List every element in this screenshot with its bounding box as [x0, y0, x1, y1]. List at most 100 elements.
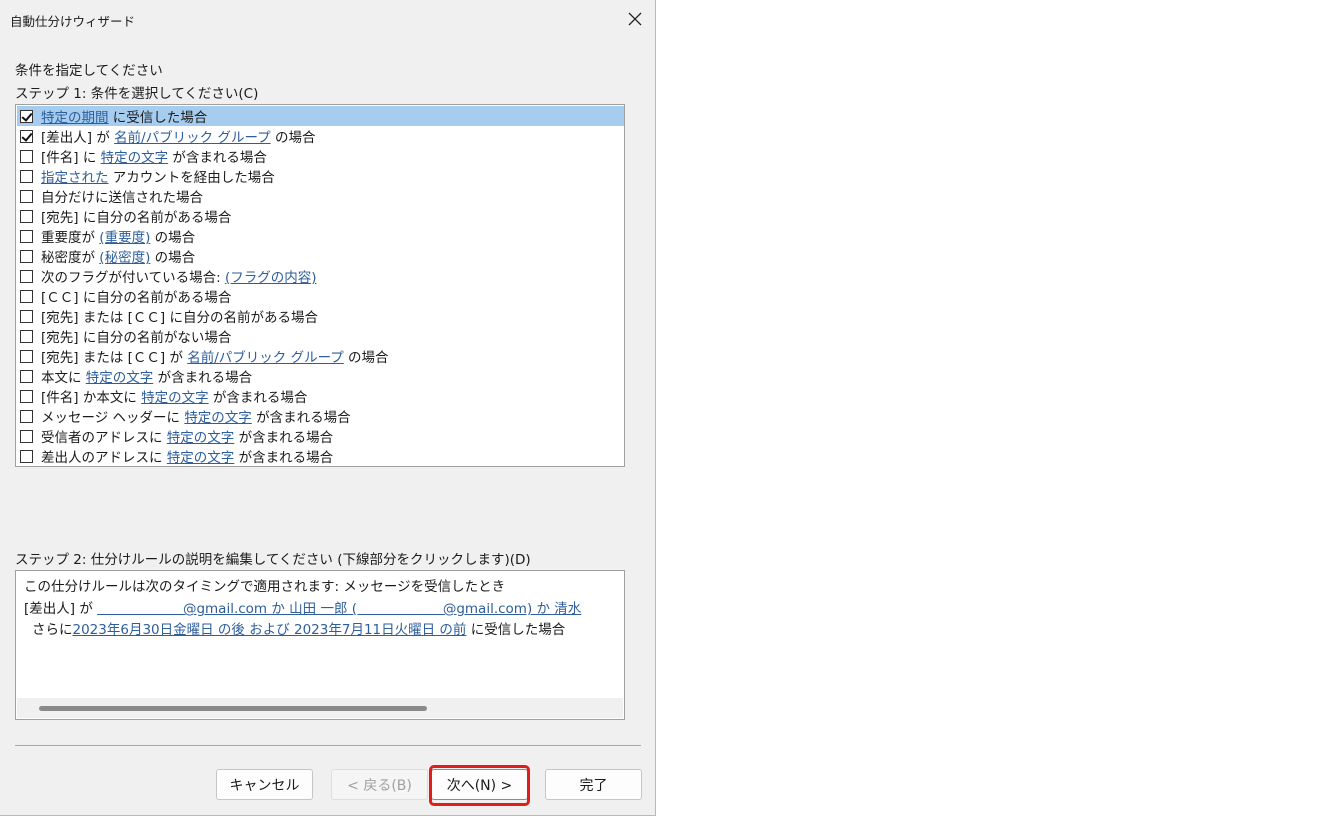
- condition-row[interactable]: [宛先] または [ＣＣ] が 名前/パブリック グループ の場合: [17, 346, 624, 366]
- condition-row[interactable]: [件名] に 特定の文字 が含まれる場合: [17, 146, 624, 166]
- description-date-suffix: に受信した場合: [466, 622, 566, 638]
- condition-checkbox[interactable]: [20, 449, 33, 463]
- condition-checkbox[interactable]: [20, 149, 33, 163]
- condition-text: の場合: [270, 130, 316, 146]
- description-sender-prefix: [差出人] が: [24, 601, 98, 617]
- close-button[interactable]: [616, 4, 654, 34]
- condition-text: [差出人] が: [41, 130, 115, 146]
- condition-row[interactable]: 特定の期間 に受信した場合: [17, 106, 624, 126]
- condition-label: [宛先] または [ＣＣ] に自分の名前がある場合: [41, 306, 318, 326]
- rule-description-box: この仕分けルールは次のタイミングで適用されます: メッセージを受信したとき [差…: [15, 570, 625, 720]
- condition-text: の場合: [150, 250, 196, 266]
- condition-row[interactable]: [件名] か本文に 特定の文字 が含まれる場合: [17, 386, 624, 406]
- condition-label: 自分だけに送信された場合: [41, 186, 203, 206]
- button-separator: [15, 745, 641, 746]
- condition-text: の場合: [343, 350, 389, 366]
- condition-label: 差出人のアドレスに 特定の文字 が含まれる場合: [41, 446, 333, 466]
- condition-checkbox[interactable]: [20, 169, 33, 183]
- condition-link[interactable]: 特定の文字: [184, 410, 252, 426]
- condition-text: に受信した場合: [108, 110, 208, 126]
- horizontal-scrollbar[interactable]: [17, 698, 623, 718]
- condition-row[interactable]: [宛先] に自分の名前がない場合: [17, 326, 624, 346]
- condition-checkbox[interactable]: [20, 409, 33, 423]
- condition-link[interactable]: (フラグの内容): [225, 270, 317, 286]
- condition-text: 秘密度が: [41, 250, 100, 266]
- condition-label: 重要度が (重要度) の場合: [41, 226, 195, 246]
- condition-checkbox[interactable]: [20, 329, 33, 343]
- condition-row[interactable]: 本文に 特定の文字 が含まれる場合: [17, 366, 624, 386]
- condition-checkbox[interactable]: [20, 349, 33, 363]
- condition-label: [件名] に 特定の文字 が含まれる場合: [41, 146, 267, 166]
- date-range-link[interactable]: 2023年6月30日金曜日 の後 および 2023年7月11日火曜日 の前: [73, 622, 467, 638]
- scrollbar-thumb[interactable]: [39, 706, 427, 711]
- condition-text: が含まれる場合: [168, 150, 267, 166]
- condition-link[interactable]: 特定の期間: [41, 110, 109, 126]
- description-line-1: この仕分けルールは次のタイミングで適用されます: メッセージを受信したとき: [24, 579, 506, 595]
- step1-label: ステップ 1: 条件を選択してください(C): [15, 86, 259, 102]
- finish-button[interactable]: 完了: [545, 769, 642, 800]
- condition-link[interactable]: (秘密度): [99, 250, 150, 266]
- condition-row[interactable]: 次のフラグが付いている場合: (フラグの内容): [17, 266, 624, 286]
- condition-link[interactable]: (重要度): [99, 230, 150, 246]
- condition-label: 秘密度が (秘密度) の場合: [41, 246, 195, 266]
- condition-row[interactable]: 受信者のアドレスに 特定の文字 が含まれる場合: [17, 426, 624, 446]
- condition-checkbox[interactable]: [20, 129, 33, 143]
- condition-row[interactable]: [差出人] が 名前/パブリック グループ の場合: [17, 126, 624, 146]
- condition-text: が含まれる場合: [234, 450, 334, 466]
- condition-row[interactable]: [宛先] に自分の名前がある場合: [17, 206, 624, 226]
- condition-row[interactable]: 差出人のアドレスに 特定の文字 が含まれる場合: [17, 446, 624, 466]
- condition-row[interactable]: 秘密度が (秘密度) の場合: [17, 246, 624, 266]
- condition-text: 次のフラグが付いている場合:: [41, 270, 225, 286]
- condition-link[interactable]: 名前/パブリック グループ: [114, 130, 271, 146]
- description-line-3: さらに2023年6月30日金曜日 の後 および 2023年7月11日火曜日 の前…: [32, 618, 565, 638]
- condition-checkbox[interactable]: [20, 369, 33, 383]
- condition-row[interactable]: 指定された アカウントを経由した場合: [17, 166, 624, 186]
- condition-text: 差出人のアドレスに: [41, 450, 167, 466]
- condition-checkbox[interactable]: [20, 229, 33, 243]
- condition-row[interactable]: 自分だけに送信された場合: [17, 186, 624, 206]
- cancel-button[interactable]: キャンセル: [216, 769, 313, 800]
- back-button[interactable]: < 戻る(B): [331, 769, 428, 800]
- condition-text: 本文に: [41, 370, 86, 386]
- condition-label: 次のフラグが付いている場合: (フラグの内容): [41, 266, 316, 286]
- condition-link[interactable]: 指定された: [41, 170, 109, 186]
- condition-link[interactable]: 特定の文字: [101, 150, 169, 166]
- condition-label: [件名] か本文に 特定の文字 が含まれる場合: [41, 386, 307, 406]
- condition-text: [宛先] に自分の名前がない場合: [41, 330, 232, 346]
- condition-checkbox[interactable]: [20, 209, 33, 223]
- condition-text: が含まれる場合: [208, 390, 308, 406]
- rules-wizard-dialog: 自動仕分けウィザード 条件を指定してください ステップ 1: 条件を選択してくだ…: [0, 0, 656, 816]
- sender-link[interactable]: @gmail.com か 山田 一郎 ( @gmail.com) か 清水: [97, 601, 581, 617]
- condition-checkbox[interactable]: [20, 309, 33, 323]
- condition-label: 本文に 特定の文字 が含まれる場合: [41, 366, 252, 386]
- condition-checkbox[interactable]: [20, 189, 33, 203]
- condition-label: [宛先] または [ＣＣ] が 名前/パブリック グループ の場合: [41, 346, 389, 366]
- description-date-prefix: さらに: [32, 622, 73, 638]
- condition-text: [件名] か本文に: [41, 390, 142, 406]
- condition-text: [宛先] または [ＣＣ] が: [41, 350, 188, 366]
- condition-text: [ＣＣ] に自分の名前がある場合: [41, 290, 232, 306]
- condition-label: [宛先] に自分の名前がある場合: [41, 206, 231, 226]
- condition-link[interactable]: 特定の文字: [86, 370, 154, 386]
- condition-link[interactable]: 特定の文字: [141, 390, 209, 406]
- condition-text: 自分だけに送信された場合: [41, 190, 203, 206]
- condition-row[interactable]: 重要度が (重要度) の場合: [17, 226, 624, 246]
- condition-label: メッセージ ヘッダーに 特定の文字 が含まれる場合: [41, 406, 351, 426]
- condition-row[interactable]: メッセージ ヘッダーに 特定の文字 が含まれる場合: [17, 406, 624, 426]
- condition-row[interactable]: [宛先] または [ＣＣ] に自分の名前がある場合: [17, 306, 624, 326]
- condition-list[interactable]: 特定の期間 に受信した場合 [差出人] が 名前/パブリック グループ の場合 [件…: [15, 104, 625, 467]
- condition-row[interactable]: [ＣＣ] に自分の名前がある場合: [17, 286, 624, 306]
- condition-checkbox[interactable]: [20, 269, 33, 283]
- condition-label: 受信者のアドレスに 特定の文字 が含まれる場合: [41, 426, 333, 446]
- condition-link[interactable]: 特定の文字: [167, 430, 235, 446]
- condition-checkbox[interactable]: [20, 109, 33, 123]
- condition-link[interactable]: 特定の文字: [167, 450, 235, 466]
- condition-checkbox[interactable]: [20, 429, 33, 443]
- condition-checkbox[interactable]: [20, 289, 33, 303]
- close-icon: [628, 12, 642, 26]
- condition-link[interactable]: 名前/パブリック グループ: [187, 350, 344, 366]
- condition-label: 特定の期間 に受信した場合: [41, 106, 207, 126]
- condition-text: [宛先] または [ＣＣ] に自分の名前がある場合: [41, 310, 318, 326]
- condition-checkbox[interactable]: [20, 389, 33, 403]
- condition-checkbox[interactable]: [20, 249, 33, 263]
